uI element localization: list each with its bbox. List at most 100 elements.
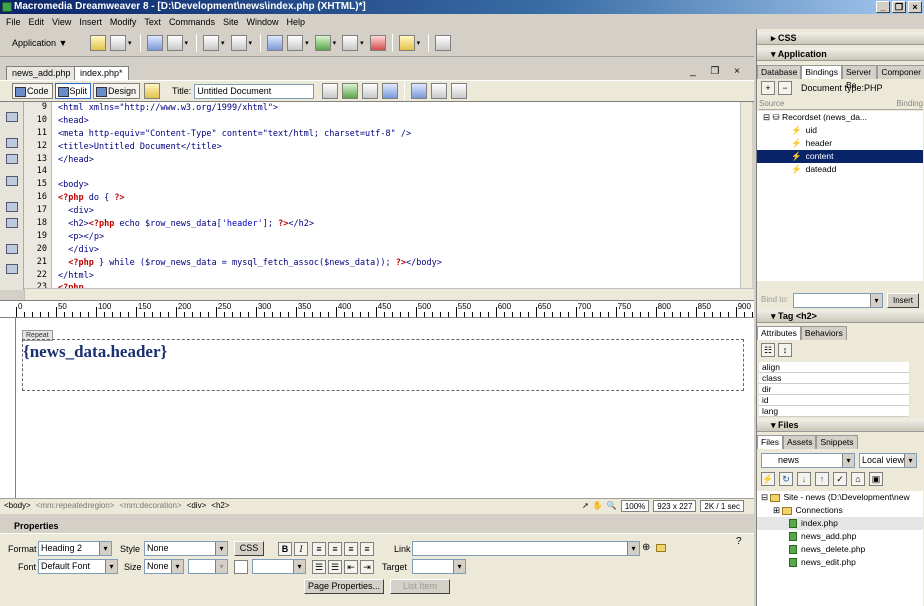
code-line[interactable]: </div> [52, 244, 740, 257]
indent-icon[interactable]: ⇥ [360, 560, 374, 574]
zoom-tool-icon[interactable]: 🔍 [607, 499, 617, 513]
attribute-row[interactable]: id [759, 395, 909, 406]
close-icon[interactable]: × [908, 1, 922, 13]
italic-button[interactable]: I [294, 542, 308, 556]
attribute-row[interactable]: align [759, 362, 909, 373]
ordered-list-icon[interactable]: ☰ [328, 560, 342, 574]
code-line[interactable]: <head> [52, 115, 740, 128]
open-documents-icon[interactable] [6, 112, 18, 122]
split-view-button[interactable]: Split [54, 83, 92, 99]
file-item[interactable]: index.php [757, 517, 923, 530]
format-select[interactable]: Heading 2 [38, 541, 112, 556]
browse-folder-icon[interactable] [656, 544, 666, 552]
file-item[interactable]: news_delete.php [757, 543, 923, 556]
application-panel-header[interactable]: ▾ Application [757, 48, 924, 61]
css-button[interactable]: CSS [234, 541, 264, 556]
target-select[interactable] [412, 559, 466, 574]
tab-components[interactable]: Componer [877, 65, 924, 79]
menu-site[interactable]: Site [219, 17, 243, 27]
font-select[interactable]: Default Font [38, 559, 118, 574]
display-record-count-icon[interactable] [267, 34, 284, 51]
go-to-icon[interactable] [230, 34, 247, 51]
expand-icon[interactable]: ⊞ [773, 505, 782, 515]
menu-window[interactable]: Window [242, 17, 282, 27]
select-parent-tag-icon[interactable] [6, 202, 18, 212]
menu-file[interactable]: File [2, 17, 25, 27]
xslt-transformation-icon[interactable] [435, 34, 452, 51]
outdent-icon[interactable]: ⇤ [344, 560, 358, 574]
tab-assets[interactable]: Assets [782, 435, 817, 449]
code-line[interactable] [52, 166, 740, 179]
tab-attributes[interactable]: Attributes [757, 326, 801, 340]
zoom-select[interactable]: 100% [620, 500, 650, 512]
expand-panel-icon[interactable]: ▣ [869, 472, 883, 486]
bind-to-select[interactable] [793, 293, 883, 308]
page-properties-button[interactable]: Page Properties... [304, 579, 384, 594]
align-left-icon[interactable]: ≡ [312, 542, 326, 556]
attribute-row[interactable]: dir [759, 384, 909, 395]
insert-binding-button[interactable]: Insert [887, 293, 919, 308]
code-line[interactable]: <div> [52, 205, 740, 218]
text-color-swatch[interactable] [234, 560, 248, 574]
source-column-header[interactable]: Source [759, 99, 784, 109]
list-view-icon[interactable]: ↕ [778, 343, 792, 357]
menu-text[interactable]: Text [140, 17, 165, 27]
code-vertical-scrollbar[interactable] [740, 102, 752, 288]
preview-in-browser-icon[interactable] [382, 83, 399, 99]
menu-view[interactable]: View [48, 17, 75, 27]
code-line[interactable]: <meta http-equiv="Content-Type" content=… [52, 128, 740, 141]
menu-commands[interactable]: Commands [165, 17, 219, 27]
binding-field[interactable]: ⚡ dateadd [757, 163, 923, 176]
category-view-icon[interactable]: ☷ [761, 343, 775, 357]
tag-selector-item[interactable]: <mm:decoration> [119, 501, 181, 510]
tag-inspector-header[interactable]: ▾ Tag <h2> [757, 310, 924, 323]
align-right-icon[interactable]: ≡ [344, 542, 358, 556]
server-debug-icon[interactable] [362, 83, 379, 99]
file-management-icon[interactable] [342, 83, 359, 99]
hand-tool-icon[interactable]: ✋ [593, 499, 603, 513]
help-icon[interactable]: ? [736, 536, 742, 547]
restore-icon[interactable]: ❐ [892, 1, 906, 13]
menu-edit[interactable]: Edit [25, 17, 49, 27]
code-line[interactable]: <body> [52, 179, 740, 192]
code-line[interactable]: </head> [52, 154, 740, 167]
binding-field[interactable]: ⚡ uid [757, 124, 923, 137]
code-editor[interactable]: <html xmlns="http://www.w3.org/1999/xhtm… [52, 102, 740, 288]
check-in-icon[interactable]: ⌂ [851, 472, 865, 486]
update-record-icon[interactable] [342, 34, 359, 51]
size-unit-select[interactable] [188, 559, 228, 574]
tab-behaviors[interactable]: Behaviors [800, 326, 847, 340]
code-line[interactable]: <title>Untitled Document</title> [52, 141, 740, 154]
master-detail-icon[interactable] [287, 34, 304, 51]
get-files-icon[interactable]: ↓ [797, 472, 811, 486]
style-select[interactable]: None [144, 541, 228, 556]
view-options-icon[interactable] [431, 83, 448, 99]
user-authentication-icon[interactable] [398, 34, 415, 51]
binding-field[interactable]: ⚡ header [757, 137, 923, 150]
tab-files[interactable]: Files [757, 435, 783, 449]
visual-aids-icon[interactable] [451, 83, 468, 99]
show-region-icon[interactable] [166, 34, 183, 51]
live-data-icon[interactable] [144, 83, 161, 99]
delete-record-icon[interactable] [369, 34, 386, 51]
document-title-input[interactable]: Untitled Document [194, 83, 315, 99]
list-item-button[interactable]: List Item [390, 579, 450, 594]
repeat-region[interactable]: {news_data.header} [22, 339, 744, 391]
collapse-icon[interactable]: ⊟ [761, 492, 770, 502]
binding-field[interactable]: ⚡ content [757, 150, 923, 163]
point-to-file-icon[interactable]: ⊕ [642, 542, 650, 553]
code-view-button[interactable]: Code [12, 83, 53, 99]
code-horizontal-scrollbar[interactable] [24, 288, 754, 300]
text-color-input[interactable] [252, 559, 306, 574]
tab-server-behaviors[interactable]: Server Be [842, 65, 878, 90]
tab-bindings[interactable]: Bindings [801, 65, 842, 79]
size-select[interactable]: None [144, 559, 184, 574]
tab-databases[interactable]: Database [757, 65, 802, 79]
window-size-select[interactable]: 923 x 227 [653, 500, 697, 512]
view-select[interactable]: Local view [859, 453, 917, 468]
document-window-controls[interactable]: _ ❐ × [690, 66, 746, 77]
code-line[interactable]: <?php } while ($row_news_data = mysql_fe… [52, 257, 740, 270]
minimize-icon[interactable]: _ [876, 1, 890, 13]
stored-procedure-icon[interactable] [110, 34, 126, 51]
design-view[interactable]: Repeat {news_data.header} [16, 318, 754, 498]
